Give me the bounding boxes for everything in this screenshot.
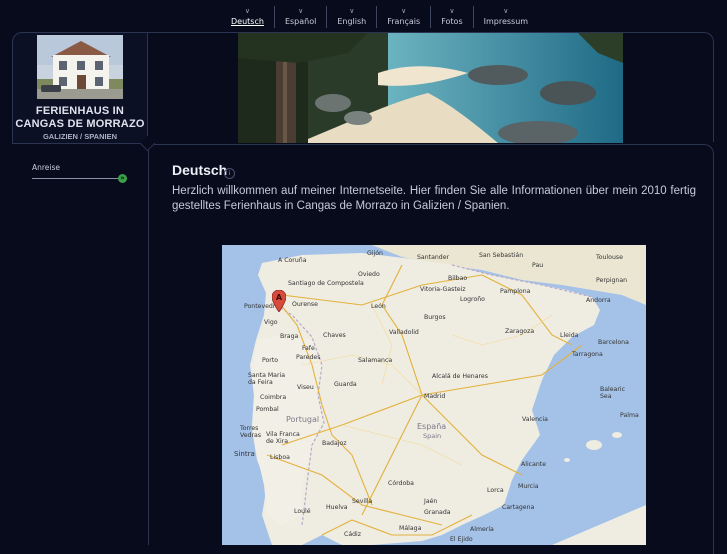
city-label: Bilbao: [448, 275, 468, 282]
location-map[interactable]: Portugal España Spain A Coruña Gijón San…: [222, 245, 646, 545]
chevron-down-icon: ∨: [349, 7, 355, 15]
city-label: Murcia: [518, 483, 539, 490]
city-label: Badajoz: [322, 440, 347, 447]
language-nav: ∨ Deutsch ∨ Español ∨ English ∨ Français…: [221, 6, 538, 28]
city-label: Madrid: [424, 393, 446, 400]
city-label: Tarragona: [572, 351, 603, 358]
city-label: Vigo: [264, 319, 278, 326]
city-label: Málaga: [399, 525, 422, 532]
city-label: Braga: [280, 333, 299, 340]
city-label: Paredes: [296, 354, 321, 361]
chevron-down-icon: ∨: [244, 7, 251, 15]
nav-item-impressum[interactable]: ∨ Impressum: [474, 6, 538, 28]
site-logo-box: FERIENHAUS IN CANGAS DE MORRAZO GALIZIEN…: [12, 32, 148, 144]
city-label: Lorca: [487, 487, 504, 494]
city-label: Pamplona: [500, 288, 531, 295]
city-label: Porto: [262, 357, 279, 364]
city-label: Pau: [532, 262, 544, 269]
nav-label: Impressum: [483, 17, 529, 26]
nav-item-espanol[interactable]: ∨ Español: [275, 6, 328, 28]
country-label-portugal: Portugal: [286, 415, 320, 424]
country-label-spain: Spain: [423, 432, 442, 440]
beach-header-photo: [238, 33, 623, 143]
city-label: Santiago de Compostela: [288, 280, 364, 287]
site-title: FERIENHAUS IN CANGAS DE MORRAZO: [15, 105, 145, 130]
city-label: Logroño: [460, 296, 485, 303]
sidebar-link-anreise[interactable]: Anreise: [32, 163, 60, 172]
info-icon: i: [224, 168, 235, 179]
city-label: Viseu: [297, 384, 314, 391]
city-label: Almería: [470, 526, 494, 533]
nav-item-fotos[interactable]: ∨ Fotos: [431, 6, 474, 28]
arrow-bullet-icon[interactable]: »: [118, 174, 127, 183]
city-label: Córdoba: [388, 480, 414, 487]
chevron-down-icon: ∨: [503, 7, 509, 15]
city-label: Alicante: [521, 461, 547, 468]
city-label: Gijón: [367, 250, 383, 257]
city-label: Salamanca: [358, 357, 393, 364]
chevron-down-icon: ∨: [298, 7, 304, 15]
city-label: León: [371, 303, 386, 310]
site-subtitle: GALIZIEN / SPANIEN: [42, 132, 118, 141]
marker-label: A: [276, 293, 283, 302]
city-label: Loulé: [294, 508, 311, 515]
city-label: Guarda: [334, 381, 357, 388]
country-label-espana: España: [417, 422, 447, 431]
city-label: Vila Franca de Xira: [266, 431, 300, 445]
city-label: Santa Maria da Feira: [248, 372, 286, 386]
nav-item-english[interactable]: ∨ English: [327, 6, 378, 28]
city-label: Sevilla: [352, 498, 373, 505]
nav-label: Fotos: [441, 17, 463, 26]
nav-label: Español: [284, 17, 317, 26]
city-label: Alcalá de Henares: [432, 373, 488, 380]
sidebar-underline: [32, 178, 120, 179]
section-heading: Deutsch: [172, 162, 228, 178]
city-label: Vitoria-Gasteiz: [420, 286, 466, 293]
city-label: Perpignan: [596, 277, 628, 284]
city-label: Cartagena: [502, 504, 535, 511]
nav-label: English: [337, 17, 367, 26]
city-label: Sintra: [234, 450, 255, 458]
house-photo: [37, 35, 123, 99]
city-label: Balearic Sea: [600, 386, 626, 400]
city-label: Torres Vedras: [240, 425, 262, 439]
city-label: Granada: [424, 509, 451, 516]
city-label: Huelva: [326, 504, 348, 511]
city-label: Valencia: [522, 416, 548, 423]
intro-paragraph: Herzlich willkommen auf meiner Internets…: [172, 185, 696, 212]
chevron-down-icon: ∨: [401, 7, 407, 15]
city-label: Palma: [620, 412, 639, 419]
city-label: Toulouse: [596, 254, 623, 261]
city-label: Lisboa: [270, 454, 290, 461]
city-label: Coimbra: [260, 394, 287, 401]
city-label: Santander: [417, 254, 450, 261]
city-label: Jaén: [424, 498, 438, 505]
nav-item-deutsch[interactable]: ∨ Deutsch: [221, 6, 275, 28]
city-label: Valladolid: [389, 329, 419, 336]
city-label: Barcelona: [598, 339, 629, 346]
city-label: San Sebastián: [479, 252, 524, 259]
city-label: Oviedo: [358, 271, 380, 278]
nav-item-francais[interactable]: ∨ Français: [377, 6, 432, 28]
nav-label: Français: [387, 17, 421, 26]
city-label: Lleida: [560, 332, 579, 339]
city-label: Andorra: [586, 297, 611, 304]
city-label: Ourense: [292, 301, 318, 308]
chevron-down-icon: ∨: [449, 7, 455, 15]
city-label: Cádiz: [344, 531, 362, 538]
city-label: Fafe: [302, 345, 315, 352]
city-label: El Ejido: [450, 536, 473, 543]
city-label: A Coruña: [278, 257, 307, 264]
city-label: Burgos: [424, 314, 446, 321]
city-label: Chaves: [323, 332, 346, 339]
city-label: Pombal: [256, 406, 279, 413]
nav-label: Deutsch: [231, 17, 264, 26]
city-label: Zaragoza: [505, 328, 535, 335]
